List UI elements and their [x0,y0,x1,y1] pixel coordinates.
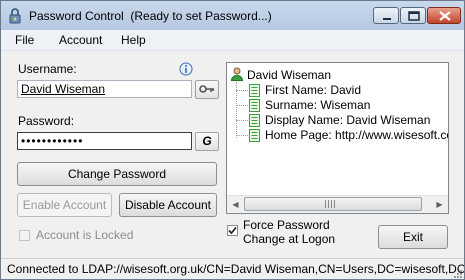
username-value: David Wiseman [21,82,106,96]
password-control-window: Password Control (Ready to set Password.… [0,0,465,280]
tree-item-home-page[interactable]: Home Page: http://www.wisesoft.co.uk [265,128,448,142]
info-icon[interactable] [179,62,193,76]
checkmark-icon [228,226,237,235]
horizontal-scrollbar[interactable]: ◀ ▶ [227,195,448,213]
scroll-thumb[interactable] [244,197,422,211]
tree-item-surname[interactable]: Surname: Wiseman [265,98,370,112]
tree-item-first-name[interactable]: First Name: David [265,83,361,97]
maximize-button[interactable] [400,7,426,24]
resize-grip-icon[interactable] [452,268,462,278]
exit-button[interactable]: Exit [378,225,448,249]
window-title: Password Control (Ready to set Password.… [29,9,272,23]
key-icon [199,85,214,93]
tree-connector [236,120,248,121]
scroll-right-arrow-icon[interactable]: ▶ [431,196,448,213]
username-field[interactable]: David Wiseman [17,80,192,98]
minimize-button[interactable] [373,7,399,24]
account-locked-label: Account is Locked [36,228,134,242]
property-icon [249,114,260,127]
property-icon [249,84,260,97]
disable-account-button[interactable]: Disable Account [119,193,217,217]
minimize-icon [383,18,391,20]
close-button[interactable] [427,7,461,24]
property-icon [249,99,260,112]
change-password-button[interactable]: Change Password [17,162,217,186]
tree-root-user[interactable]: David Wiseman [247,68,331,82]
force-password-change-label: Force Password Change at Logon [243,218,336,246]
scroll-left-arrow-icon[interactable]: ◀ [227,196,244,213]
account-locked-checkbox[interactable] [19,230,30,241]
username-label: Username: [18,62,77,76]
password-label: Password: [18,114,75,128]
lookup-user-button[interactable] [195,80,219,99]
menu-account[interactable]: Account [59,33,102,47]
password-field[interactable]: •••••••••••• [17,132,192,150]
property-icon [249,129,260,142]
maximize-icon [408,11,420,21]
menu-bar: File Account Help [1,30,464,51]
user-properties-tree[interactable]: David Wiseman First Name: David Surname:… [226,62,449,214]
key-lock-icon [9,8,21,24]
user-icon [230,67,244,81]
tree-connector [236,105,248,106]
status-bar: Connected to LDAP://wisesoft.org.uk/CN=D… [1,258,465,279]
tree-item-display-name[interactable]: Display Name: David Wiseman [265,113,430,127]
force-password-change-checkbox[interactable] [227,225,238,236]
grip-icon [325,200,335,208]
menu-help[interactable]: Help [121,33,146,47]
status-text: Connected to LDAP://wisesoft.org.uk/CN=D… [7,262,465,276]
title-bar[interactable]: Password Control (Ready to set Password.… [1,1,464,30]
menu-file[interactable]: File [15,33,34,47]
tree-connector [236,135,248,136]
generate-password-button[interactable]: G [195,132,219,151]
enable-account-button[interactable]: Enable Account [17,193,112,217]
close-icon [439,11,451,21]
tree-connector [236,90,248,91]
